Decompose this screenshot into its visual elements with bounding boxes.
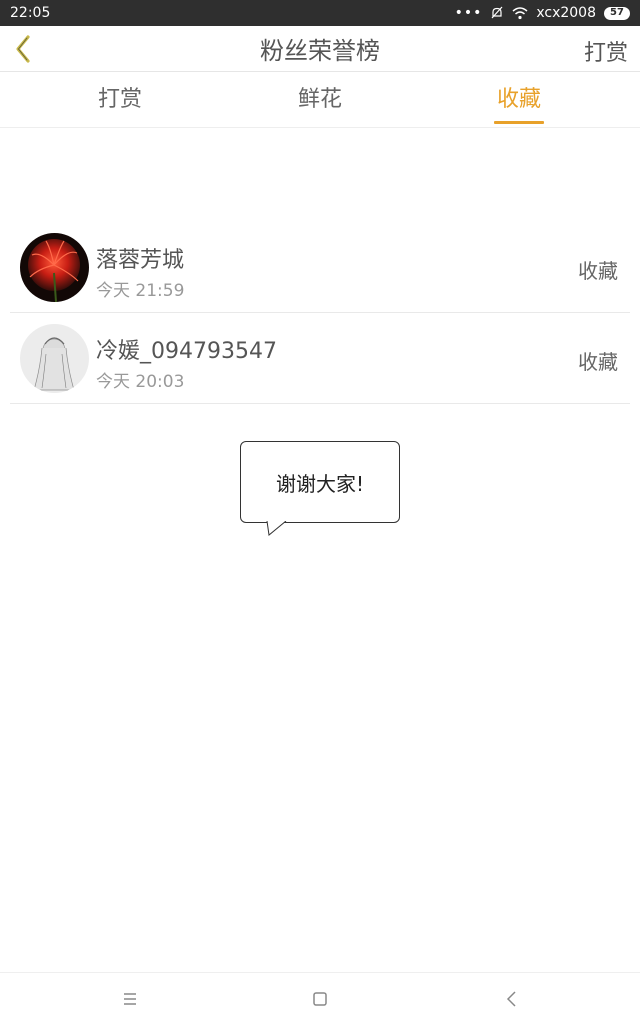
back-triangle-icon[interactable] xyxy=(500,987,524,1011)
list-item[interactable]: 落蓉芳城 今天 21:59 收藏 xyxy=(10,222,630,313)
more-dots: ••• xyxy=(454,5,483,21)
list-item[interactable]: 冷媛_094793547 今天 20:03 收藏 xyxy=(10,313,630,404)
status-bar: 22:05 ••• xcx2008 57 xyxy=(0,0,640,26)
home-square-icon[interactable] xyxy=(308,987,332,1011)
avatar xyxy=(20,324,89,393)
tab-favorites[interactable]: 收藏 xyxy=(459,72,579,128)
reward-button[interactable]: 打赏 xyxy=(584,35,628,67)
timestamp: 今天 21:59 xyxy=(96,281,185,301)
tab-reward[interactable]: 打赏 xyxy=(60,72,180,128)
timestamp: 今天 20:03 xyxy=(96,372,185,392)
bubble-text: 谢谢大家! xyxy=(275,471,365,496)
menu-icon[interactable] xyxy=(118,987,142,1011)
battery-indicator: 57 xyxy=(604,6,630,20)
bell-off-icon xyxy=(491,6,503,19)
system-nav-bar xyxy=(0,972,640,1024)
sketch-portrait-avatar xyxy=(20,324,89,393)
network-name: xcx2008 xyxy=(536,5,596,21)
tab-bar: 打赏 鲜花 收藏 xyxy=(0,72,640,128)
favorite-label: 收藏 xyxy=(578,350,618,374)
status-time: 22:05 xyxy=(10,5,51,21)
avatar xyxy=(20,233,89,302)
user-name: 冷媛_094793547 xyxy=(96,339,277,364)
favorites-list: 落蓉芳城 今天 21:59 收藏 冷媛_094793547 今天 20:03 收… xyxy=(10,222,630,404)
favorite-label: 收藏 xyxy=(578,259,618,283)
page-title: 粉丝荣誉榜 xyxy=(260,37,380,65)
status-icons: ••• xcx2008 57 xyxy=(455,5,630,21)
tab-favorites-label: 收藏 xyxy=(496,87,541,112)
speech-bubble: 谢谢大家! xyxy=(240,441,400,523)
app-header: 粉丝荣誉榜 打赏 xyxy=(0,26,640,72)
chevron-left-icon xyxy=(16,35,30,63)
tab-flowers[interactable]: 鲜花 xyxy=(260,72,380,128)
active-tab-indicator xyxy=(494,121,544,124)
user-name: 落蓉芳城 xyxy=(96,248,185,273)
bubble-tail xyxy=(266,521,287,536)
wifi-icon xyxy=(512,7,528,20)
back-button[interactable] xyxy=(8,32,38,66)
red-flower-avatar xyxy=(20,233,89,302)
